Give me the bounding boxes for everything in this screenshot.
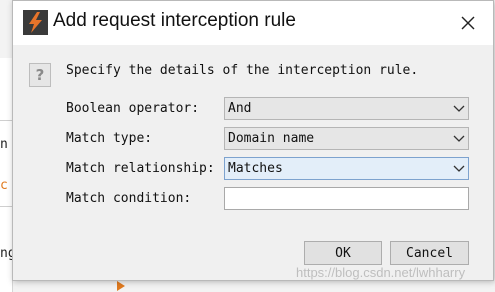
background-text: n: [0, 137, 8, 152]
interception-rule-dialog: Add request interception rule ? Specify …: [12, 0, 494, 281]
dialog-instructions: Specify the details of the interception …: [66, 63, 419, 78]
help-icon: ?: [29, 63, 51, 87]
cancel-button[interactable]: Cancel: [390, 241, 469, 265]
match-type-value: Domain name: [228, 131, 315, 146]
play-arrow-icon: [117, 281, 125, 291]
match-condition-label: Match condition:: [66, 191, 192, 206]
background-text: c: [0, 178, 8, 193]
match-condition-input[interactable]: [224, 187, 469, 210]
burp-logo-icon: [23, 10, 48, 35]
boolean-operator-select[interactable]: And: [224, 97, 469, 120]
match-type-select[interactable]: Domain name: [224, 127, 469, 150]
ok-button[interactable]: OK: [304, 241, 382, 265]
background-divider: [0, 120, 12, 121]
boolean-operator-label: Boolean operator:: [66, 101, 200, 116]
boolean-operator-value: And: [228, 101, 252, 116]
help-glyph: ?: [35, 66, 45, 84]
close-icon: [461, 16, 475, 30]
chevron-down-icon: [450, 158, 468, 179]
match-type-label: Match type:: [66, 131, 153, 146]
title-bar: Add request interception rule: [13, 1, 493, 45]
watermark-text: https://blog.csdn.net/lwhharry: [296, 265, 466, 280]
close-button[interactable]: [451, 7, 485, 39]
background-divider: [0, 206, 12, 207]
match-relationship-select[interactable]: Matches: [224, 157, 469, 180]
chevron-down-icon: [450, 128, 468, 149]
chevron-down-icon: [450, 98, 468, 119]
match-relationship-value: Matches: [228, 161, 283, 176]
dialog-title: Add request interception rule: [53, 10, 296, 31]
screen: n c ng Add request interception rule ? S…: [0, 0, 495, 292]
match-relationship-label: Match relationship:: [66, 161, 215, 176]
